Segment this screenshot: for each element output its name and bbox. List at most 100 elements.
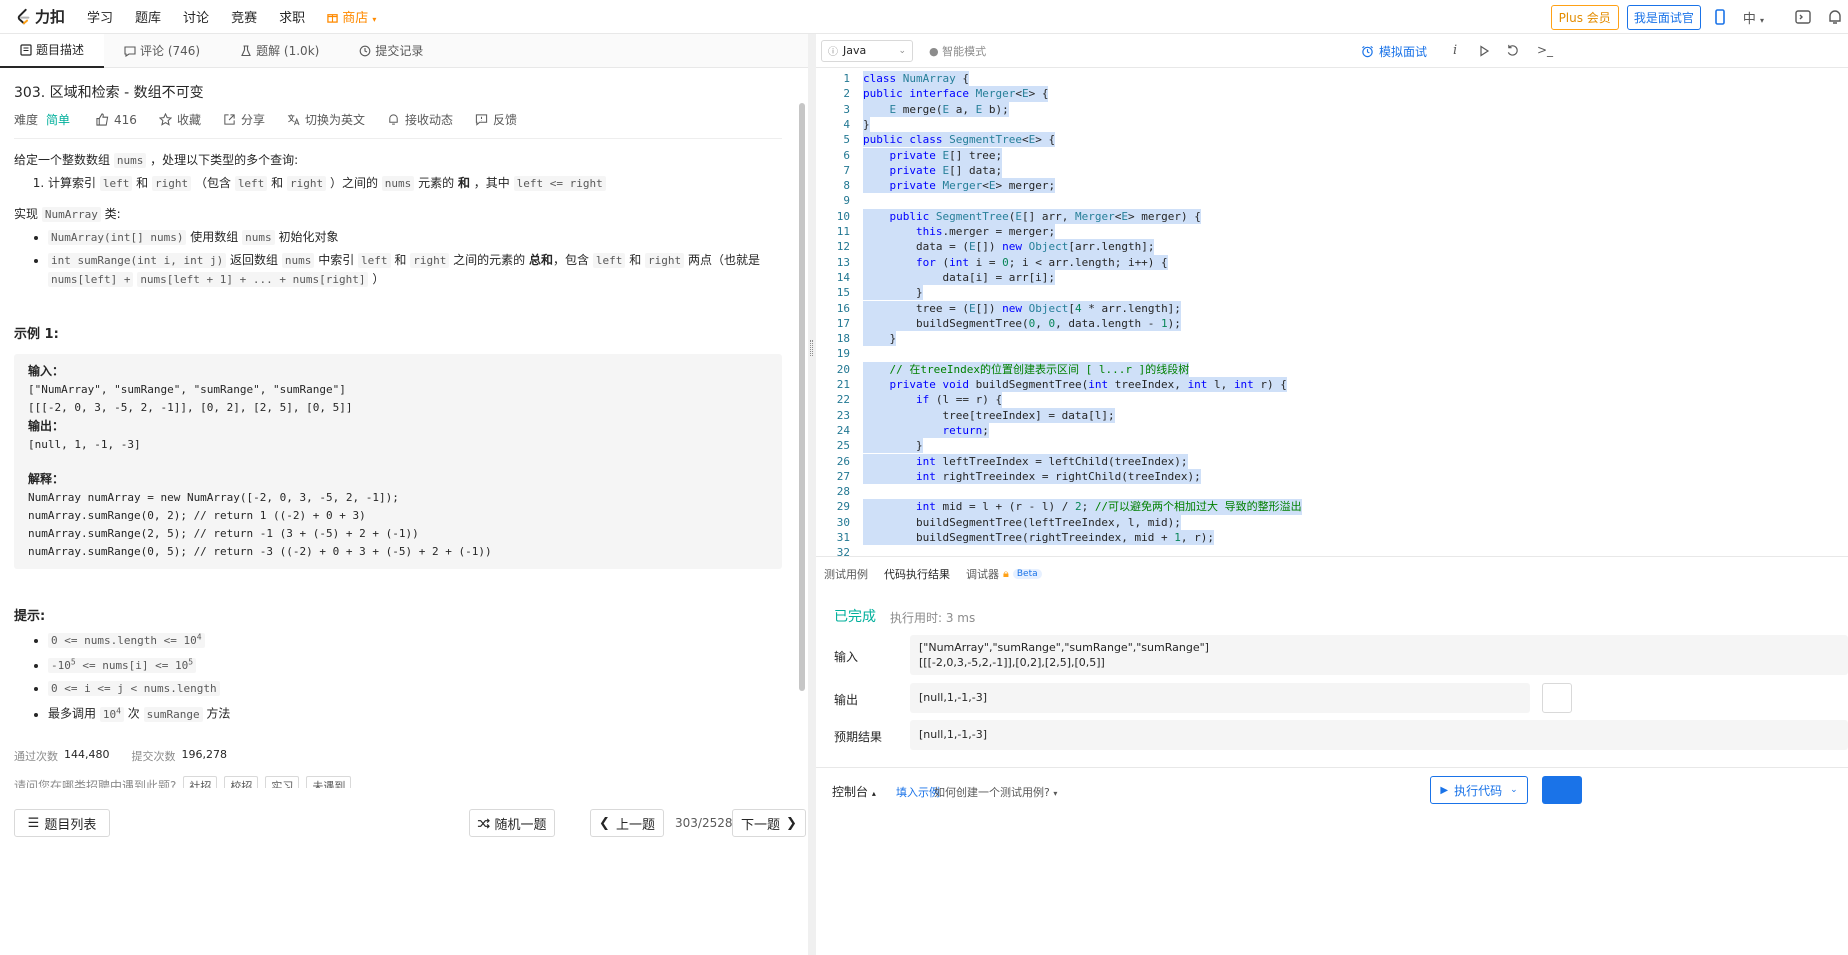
code-line[interactable]: 9 bbox=[816, 193, 1848, 208]
interviewer-button[interactable]: 我是面试官 bbox=[1626, 4, 1701, 30]
mobile-app-icon[interactable] bbox=[1711, 8, 1729, 26]
switch-english-button[interactable]: 切换为英文 bbox=[287, 111, 365, 128]
hint-4-sup: 4 bbox=[116, 706, 121, 716]
language-select[interactable]: ⓘ Java ⌄ bbox=[821, 39, 913, 62]
playground-icon[interactable] bbox=[1794, 8, 1812, 26]
code-line[interactable]: 13 for (int i = 0; i < arr.length; i++) … bbox=[816, 254, 1848, 270]
terminal-icon[interactable]: >_ bbox=[1537, 43, 1553, 57]
line-number: 12 bbox=[836, 240, 850, 254]
submit-button[interactable] bbox=[1542, 776, 1582, 804]
nav-jobs[interactable]: 求职 bbox=[279, 7, 305, 26]
code-line[interactable]: 20 // 在treeIndex的位置创建表示区间 [ l...r ]的线段树 bbox=[816, 361, 1848, 377]
chevron-down-icon: ▾ bbox=[1053, 789, 1058, 798]
tab-debugger[interactable]: 调试器 🔒︎ Beta bbox=[958, 557, 1050, 591]
code-line[interactable]: 11 this.merger = merger; bbox=[816, 224, 1848, 240]
code-line[interactable]: 3 E merge(E a, E b); bbox=[816, 101, 1848, 117]
switch-english-label: 切换为英文 bbox=[304, 113, 365, 127]
line-number: 27 bbox=[836, 469, 850, 483]
line-number: 28 bbox=[836, 485, 850, 499]
plus-member-button[interactable]: Plus 会员 bbox=[1550, 4, 1619, 30]
problem-list-button[interactable]: ☰ 题目列表 bbox=[14, 809, 110, 837]
example-input-2: [[[-2, 0, 3, -5, 2, -1]], [0, 2], [2, 5]… bbox=[28, 401, 353, 414]
code-line[interactable]: 21 private void buildSegmentTree(int tre… bbox=[816, 377, 1848, 393]
code-line[interactable]: 31 buildSegmentTree(rightTreeindex, mid … bbox=[816, 530, 1848, 546]
code-line[interactable]: 24 return; bbox=[816, 422, 1848, 439]
random-problem-button[interactable]: 随机一题 bbox=[469, 809, 555, 837]
logo[interactable]: 力扣 bbox=[14, 6, 65, 27]
nav-shop[interactable]: 商店 ▾ bbox=[327, 7, 376, 26]
code-line[interactable]: 4} bbox=[816, 116, 1848, 133]
chip-never[interactable]: 未遇到 bbox=[306, 775, 352, 788]
code-line[interactable]: 29 int mid = l + (r - l) / 2; //可以避免两个相加… bbox=[816, 499, 1848, 515]
tab-comments[interactable]: 评论 (746) bbox=[104, 34, 220, 68]
code-editor[interactable]: 1 class NumArray {2 public interface Merge… bbox=[816, 68, 1848, 556]
tab-solutions[interactable]: 题解 (1.0k) bbox=[220, 34, 339, 68]
code-line[interactable]: 22 if (l == r) { bbox=[816, 392, 1848, 408]
nav-study[interactable]: 学习 bbox=[87, 7, 113, 26]
subscribe-button[interactable]: 接收动态 bbox=[387, 111, 453, 128]
code-line[interactable]: 26 int leftTreeIndex = leftChild(treeInd… bbox=[816, 453, 1848, 469]
code-line[interactable]: 8 private Merger<E> merger; bbox=[816, 178, 1848, 194]
console-toggle[interactable]: 控制台 ▴ bbox=[832, 783, 876, 800]
language-switch[interactable]: 中 ▾ bbox=[1743, 8, 1764, 27]
chip-social[interactable]: 社招 bbox=[183, 775, 218, 788]
prev-problem-button[interactable]: ❮ 上一题 bbox=[590, 809, 664, 837]
like-button[interactable]: 416 bbox=[96, 113, 137, 127]
code-line[interactable]: 15 } bbox=[816, 285, 1848, 301]
nav-problemset[interactable]: 题库 bbox=[135, 7, 161, 26]
code-text: data = (E[]) new Object[arr.length]; bbox=[863, 239, 1155, 255]
code-line[interactable]: 7 private E[] data; bbox=[816, 162, 1848, 179]
code-text: E merge(E a, E b); bbox=[863, 101, 1009, 117]
code-line[interactable]: 19 bbox=[816, 346, 1848, 361]
line-number: 4 bbox=[843, 117, 850, 131]
code-text: private E[] tree; bbox=[863, 147, 1003, 163]
tab-testcase[interactable]: 测试用例 bbox=[816, 557, 876, 591]
tab-description[interactable]: 题目描述 bbox=[0, 33, 105, 68]
panel-resizer[interactable] bbox=[808, 34, 816, 955]
code-line[interactable]: 10 public SegmentTree(E[] arr, Merger<E>… bbox=[816, 208, 1848, 224]
line-number: 13 bbox=[836, 255, 850, 269]
feedback-button[interactable]: 反馈 bbox=[475, 111, 517, 128]
hint-4c: 方法 bbox=[206, 706, 231, 721]
code-line[interactable]: 17 buildSegmentTree(0, 0, data.length - … bbox=[816, 315, 1848, 332]
beta-badge: Beta bbox=[1012, 568, 1042, 579]
code-line[interactable]: 28 bbox=[816, 484, 1848, 499]
list-item: -105 <= nums[i] <= 105 bbox=[48, 654, 786, 676]
vertical-scrollbar[interactable] bbox=[799, 103, 805, 691]
chip-intern[interactable]: 实习 bbox=[265, 775, 300, 788]
info-italic-icon[interactable]: i bbox=[1453, 43, 1457, 58]
diff-toggle[interactable] bbox=[1542, 683, 1572, 713]
chip-campus[interactable]: 校招 bbox=[224, 775, 259, 788]
code-line[interactable]: 2 public interface Merger<E> { bbox=[816, 86, 1848, 102]
like-count: 416 bbox=[114, 112, 137, 127]
reset-icon[interactable] bbox=[1506, 44, 1519, 57]
code-line[interactable]: 5 public class SegmentTree<E> { bbox=[816, 132, 1848, 148]
tab-submissions[interactable]: 提交记录 bbox=[339, 34, 443, 68]
smart-mode-toggle[interactable]: ● 智能模式 bbox=[929, 43, 986, 59]
code-line[interactable]: 12 data = (E[]) new Object[arr.length]; bbox=[816, 239, 1848, 255]
tab-run-result[interactable]: 代码执行结果 bbox=[876, 556, 958, 591]
b1-nums: nums bbox=[242, 230, 275, 245]
share-button[interactable]: 分享 bbox=[223, 111, 265, 128]
code-line[interactable]: 1 class NumArray { bbox=[816, 71, 1848, 87]
notification-bell-icon[interactable] bbox=[1826, 8, 1844, 26]
run-code-button[interactable]: ▶ 执行代码 ⌄ bbox=[1430, 776, 1528, 804]
how-to-testcase-link[interactable]: 如何创建一个测试用例? ▾ bbox=[934, 784, 1057, 800]
code-line[interactable]: 14 data[i] = arr[i]; bbox=[816, 269, 1848, 286]
run-triangle-icon[interactable] bbox=[1478, 45, 1490, 57]
code-line[interactable]: 23 tree[treeIndex] = data[l]; bbox=[816, 407, 1848, 423]
code-line[interactable]: 25 } bbox=[816, 438, 1848, 454]
code-line[interactable]: 32 bbox=[816, 545, 1848, 556]
nav-discuss[interactable]: 讨论 bbox=[183, 7, 209, 26]
code-line[interactable]: 18 } bbox=[816, 331, 1848, 347]
nav-contest[interactable]: 竞赛 bbox=[231, 7, 257, 26]
code-line[interactable]: 16 tree = (E[]) new Object[4 * arr.lengt… bbox=[816, 300, 1848, 316]
code-line[interactable]: 30 buildSegmentTree(leftTreeIndex, l, mi… bbox=[816, 514, 1848, 530]
code-line[interactable]: 27 int rightTreeindex = rightChild(treeI… bbox=[816, 468, 1848, 485]
mock-interview-button[interactable]: 模拟面试 bbox=[1361, 34, 1427, 68]
next-problem-button[interactable]: 下一题 ❯ bbox=[732, 809, 806, 837]
exec-time: 执行用时: 3 ms bbox=[890, 611, 976, 625]
favorite-button[interactable]: 收藏 bbox=[158, 111, 201, 128]
code-line[interactable]: 6 private E[] tree; bbox=[816, 147, 1848, 163]
b2-code: int sumRange(int i, int j) bbox=[48, 253, 227, 268]
